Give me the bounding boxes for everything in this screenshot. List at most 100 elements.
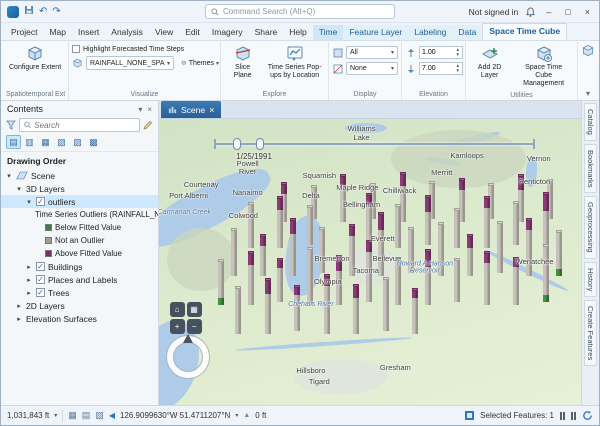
variable-dropdown[interactable]: RAINFALL_NONE_SPAC ▾	[86, 56, 174, 70]
expander-icon[interactable]: ▸	[15, 302, 23, 310]
tab-share[interactable]: Share	[249, 25, 284, 40]
tab-bookmarks[interactable]: Bookmarks	[584, 144, 597, 194]
command-search[interactable]: Command Search (Alt+Q)	[205, 4, 395, 19]
stc-bar[interactable]	[378, 212, 384, 276]
elevation-spinner-1[interactable]: 1.00 ▲▼	[419, 46, 463, 59]
spinner-arrows-icon[interactable]: ▲▼	[456, 64, 460, 73]
tab-map[interactable]: Map	[43, 25, 72, 40]
add-2d-layer-button[interactable]: Add 2D Layer	[469, 43, 510, 82]
refresh-icon[interactable]	[582, 410, 593, 421]
tree-item-outliers[interactable]: ▾ ✓ outliers	[1, 195, 158, 208]
tab-time[interactable]: Time	[313, 25, 344, 40]
list-by-snapping-button[interactable]: ▨	[70, 135, 85, 149]
stc-bar[interactable]	[408, 227, 414, 273]
stc-bar[interactable]	[248, 202, 254, 248]
time-series-popups-button[interactable]: Time Series Pop-ups by Location	[264, 43, 325, 82]
places-labels-checkbox[interactable]: ✓	[36, 275, 45, 284]
tab-help[interactable]: Help	[283, 25, 312, 40]
stc-bar[interactable]	[319, 227, 325, 273]
tab-catalog[interactable]: Catalog	[584, 103, 597, 141]
contents-search-input[interactable]	[34, 121, 135, 130]
expander-icon[interactable]: ▸	[25, 263, 33, 271]
stc-bar[interactable]	[497, 221, 503, 273]
stc-bar[interactable]	[277, 258, 283, 302]
expander-icon[interactable]: ▾	[15, 185, 23, 193]
stc-bar[interactable]	[349, 224, 355, 276]
close-button[interactable]: ×	[582, 7, 593, 17]
stc-bar[interactable]	[543, 192, 549, 248]
stc-bar[interactable]	[454, 258, 460, 302]
list-by-selection-button[interactable]: ▦	[38, 135, 53, 149]
sign-in-label[interactable]: Not signed in	[469, 7, 519, 17]
stc-bar[interactable]	[231, 228, 237, 276]
pause-drawing-button[interactable]	[560, 412, 565, 420]
tree-item-2d-layers[interactable]: ▸ 2D Layers	[1, 299, 158, 312]
slice-plane-button[interactable]: Slice Plane	[224, 43, 261, 82]
stc-bar[interactable]	[467, 234, 473, 276]
tab-feature-layer[interactable]: Feature Layer	[343, 25, 408, 40]
buildings-checkbox[interactable]: ✓	[36, 262, 45, 271]
notifications-icon[interactable]	[526, 7, 535, 17]
highlight-forecast-checkbox[interactable]: Highlight Forecasted Time Steps	[72, 45, 217, 53]
tab-insert[interactable]: Insert	[72, 25, 105, 40]
tab-view[interactable]: View	[149, 25, 179, 40]
expander-icon[interactable]: ▸	[25, 289, 33, 297]
display-dropdown-1[interactable]: All ▾	[346, 46, 398, 59]
cube-tool-icon[interactable]	[581, 44, 595, 63]
home-button[interactable]: ⌂	[170, 302, 185, 317]
pane-close-icon[interactable]: ×	[147, 105, 152, 114]
zoom-in-button[interactable]: +	[170, 319, 185, 334]
stc-bar[interactable]	[307, 247, 313, 305]
list-by-labeling-button[interactable]: ▩	[86, 135, 101, 149]
expander-icon[interactable]: ▸	[25, 276, 33, 284]
minimize-button[interactable]: –	[543, 7, 554, 17]
stc-bar[interactable]	[454, 208, 460, 248]
stc-bar[interactable]	[265, 278, 271, 334]
stc-bar[interactable]	[484, 196, 490, 248]
stc-bar[interactable]	[260, 234, 266, 276]
tab-create-features[interactable]: Create Features	[584, 300, 597, 366]
configure-extent-button[interactable]: Configure Extent	[6, 43, 64, 74]
stc-bar[interactable]	[218, 259, 224, 305]
zoom-out-button[interactable]: −	[187, 319, 202, 334]
themes-button[interactable]: Themes ▾	[177, 56, 223, 70]
stc-bar[interactable]	[395, 257, 401, 305]
chevron-down-icon[interactable]: ▾	[235, 412, 238, 419]
chevron-down-icon[interactable]: ▾	[54, 412, 57, 419]
tab-history[interactable]: History	[584, 262, 597, 297]
stc-bar[interactable]	[340, 174, 346, 222]
tab-labeling[interactable]: Labeling	[408, 25, 452, 40]
customize-icon[interactable]	[143, 120, 153, 130]
stc-bar[interactable]	[294, 285, 300, 331]
tree-item-3d-layers[interactable]: ▾ 3D Layers	[1, 182, 158, 195]
stc-bar[interactable]	[438, 222, 444, 276]
tab-geoprocessing[interactable]: Geoprocessing	[584, 196, 597, 258]
undo-icon[interactable]: ↶	[39, 7, 47, 17]
outliers-checkbox[interactable]: ✓	[36, 197, 45, 206]
tab-imagery[interactable]: Imagery	[206, 25, 249, 40]
stc-bar[interactable]	[307, 205, 313, 245]
stc-bar[interactable]	[383, 277, 389, 331]
stc-bar[interactable]	[425, 249, 431, 305]
pane-menu-icon[interactable]: ▾	[138, 105, 142, 114]
stc-bar[interactable]	[513, 257, 519, 305]
stc-bar[interactable]	[235, 286, 241, 334]
stc-bar[interactable]	[248, 251, 254, 305]
stc-bar[interactable]	[484, 251, 490, 305]
selected-features-count[interactable]: Selected Features: 1	[480, 411, 554, 420]
close-view-icon[interactable]: ×	[209, 105, 214, 115]
snap-tool-icon[interactable]: ▧	[95, 410, 104, 421]
tab-space-time-cube[interactable]: Space Time Cube	[482, 23, 567, 40]
tree-item-elevation-surfaces[interactable]: ▸ Elevation Surfaces	[1, 312, 158, 325]
stc-bar[interactable]	[336, 255, 342, 305]
layers-nav-button[interactable]: ▦	[187, 302, 202, 317]
redo-icon[interactable]: ↷	[52, 7, 60, 17]
stc-bar[interactable]	[513, 201, 519, 245]
tree-item-trees[interactable]: ▸ ✓ Trees	[1, 286, 158, 299]
previous-extent-icon[interactable]: ◀	[109, 411, 115, 420]
pause-labeling-button[interactable]	[571, 412, 576, 420]
tree-item-buildings[interactable]: ▸ ✓ Buildings	[1, 260, 158, 273]
trees-checkbox[interactable]: ✓	[36, 288, 45, 297]
stc-bar[interactable]	[277, 196, 283, 248]
tab-project[interactable]: Project	[5, 25, 43, 40]
